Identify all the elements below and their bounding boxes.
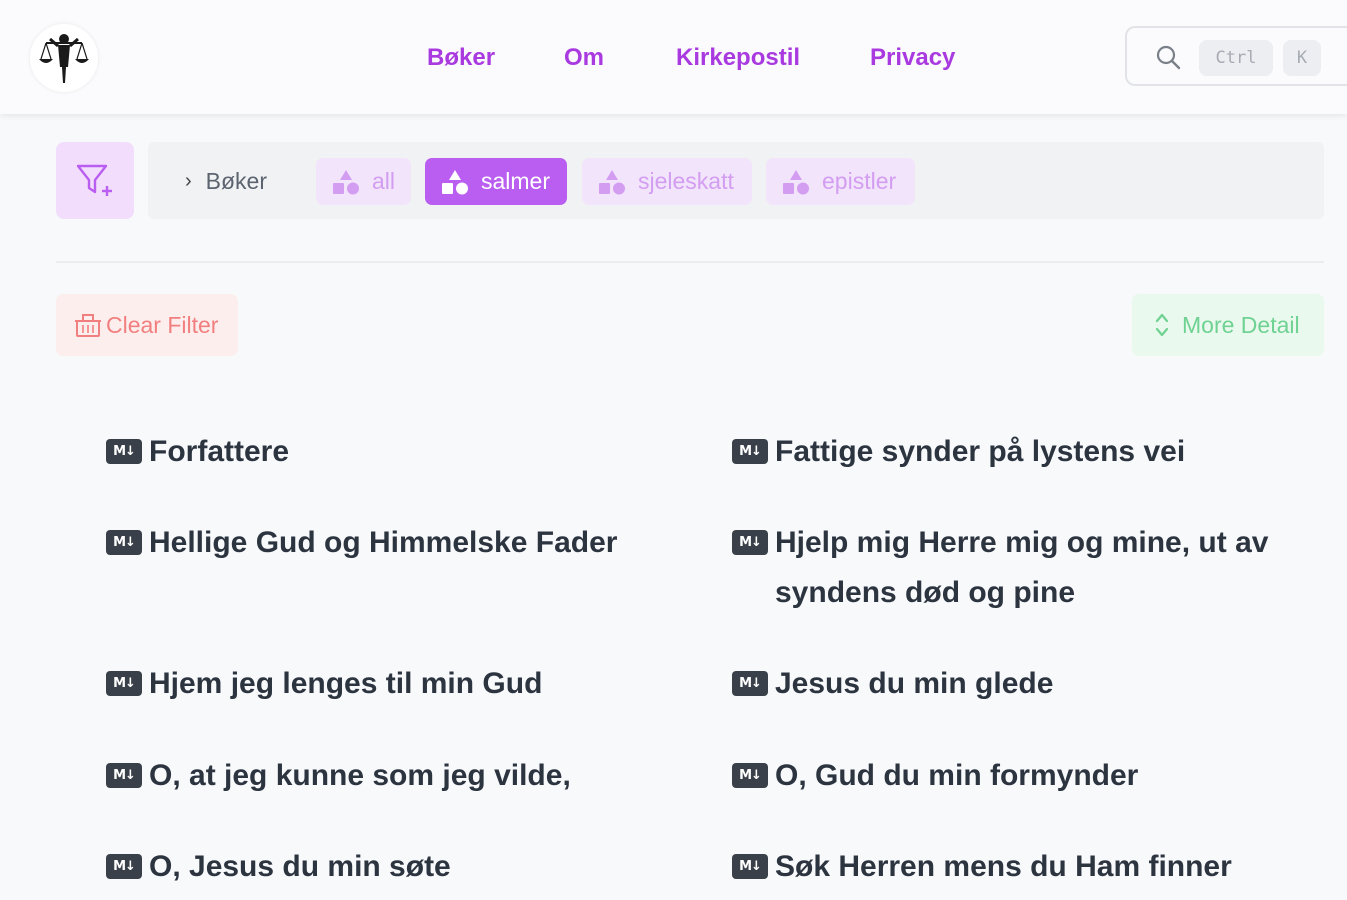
- list-item[interactable]: M↓ Hjem jeg lenges til min Gud: [106, 659, 666, 709]
- search-icon: [1156, 45, 1181, 70]
- list-item[interactable]: M↓ O, Gud du min formynder: [732, 751, 1292, 801]
- tag-sjeleskatt[interactable]: sjeleskatt: [582, 158, 752, 205]
- markdown-icon: M↓: [106, 671, 142, 696]
- list-item-title: Hellige Gud og Himmelske Fader: [149, 526, 618, 559]
- kbd-k: K: [1283, 40, 1321, 76]
- tag-salmer[interactable]: salmer: [425, 158, 567, 205]
- list-item-title: Søk Herren mens du Ham finner: [775, 850, 1232, 883]
- clear-filter-button[interactable]: Clear Filter: [56, 294, 238, 356]
- markdown-icon: M↓: [732, 530, 768, 555]
- nav-link-kirkepostil[interactable]: Kirkepostil: [676, 44, 800, 72]
- clear-filter-label: Clear Filter: [106, 311, 219, 338]
- scales-figure-icon: [39, 34, 89, 83]
- shapes-icon: [333, 169, 359, 194]
- divider: [56, 261, 1324, 263]
- tag-label: epistler: [822, 168, 897, 194]
- nav-link-om[interactable]: Om: [564, 44, 604, 72]
- nav-link-privacy[interactable]: Privacy: [870, 44, 955, 72]
- tag-label: salmer: [481, 168, 551, 194]
- list-item[interactable]: M↓ Søk Herren mens du Ham finner: [732, 842, 1292, 892]
- breadcrumb[interactable]: › Bøker: [185, 168, 267, 195]
- chevron-right-icon: ›: [185, 170, 192, 192]
- tag-epistler[interactable]: epistler: [766, 158, 915, 205]
- nav-link-boker[interactable]: Bøker: [427, 44, 495, 72]
- chevron-up-down-icon: [1155, 313, 1169, 337]
- list-item-title: Jesus du min glede: [775, 667, 1054, 700]
- list-item[interactable]: M↓ Fattige synder på lystens vei: [732, 427, 1292, 477]
- list-item[interactable]: M↓ Hellige Gud og Himmelske Fader: [106, 518, 666, 568]
- markdown-icon: M↓: [106, 439, 142, 464]
- shapes-icon: [442, 169, 468, 194]
- list-item-title: Hjem jeg lenges til min Gud: [149, 667, 543, 700]
- markdown-icon: M↓: [732, 854, 768, 879]
- filter-button[interactable]: [56, 142, 134, 219]
- search-button[interactable]: Ctrl K: [1125, 26, 1347, 86]
- tag-label: sjeleskatt: [638, 168, 734, 194]
- filter-plus-icon: [76, 164, 112, 196]
- list-item-title: Hjelp mig Herre mig og mine, ut av synde…: [775, 526, 1269, 609]
- markdown-icon: M↓: [732, 671, 768, 696]
- shapes-icon: [599, 169, 625, 194]
- more-detail-button[interactable]: More Detail: [1132, 294, 1324, 356]
- markdown-icon: M↓: [732, 763, 768, 788]
- markdown-icon: M↓: [106, 763, 142, 788]
- markdown-icon: M↓: [106, 530, 142, 555]
- site-logo[interactable]: [30, 24, 98, 92]
- list-item-title: O, Jesus du min søte: [149, 850, 451, 883]
- tag-label: all: [372, 168, 396, 194]
- list-item-title: O, Gud du min formynder: [775, 759, 1139, 792]
- tag-all[interactable]: all: [316, 158, 411, 205]
- top-navbar: Bøker Om Kirkepostil Privacy Ctrl K: [0, 0, 1347, 114]
- list-item-title: Fattige synder på lystens vei: [775, 435, 1186, 468]
- list-item[interactable]: M↓ Hjelp mig Herre mig og mine, ut av sy…: [732, 518, 1292, 618]
- more-detail-label: More Detail: [1182, 311, 1300, 338]
- list-item[interactable]: M↓ O, Jesus du min søte: [106, 842, 666, 892]
- list-item-title: O, at jeg kunne som jeg vilde,: [149, 759, 571, 792]
- breadcrumb-label: Bøker: [205, 168, 268, 194]
- kbd-ctrl: Ctrl: [1199, 40, 1273, 76]
- list-item[interactable]: M↓ Forfattere: [106, 427, 666, 477]
- shapes-icon: [783, 169, 809, 194]
- list-item[interactable]: M↓ O, at jeg kunne som jeg vilde,: [106, 751, 666, 801]
- markdown-icon: M↓: [732, 439, 768, 464]
- basket-icon: [75, 314, 101, 337]
- list-item[interactable]: M↓ Jesus du min glede: [732, 659, 1292, 709]
- list-item-title: Forfattere: [149, 435, 290, 468]
- markdown-icon: M↓: [106, 854, 142, 879]
